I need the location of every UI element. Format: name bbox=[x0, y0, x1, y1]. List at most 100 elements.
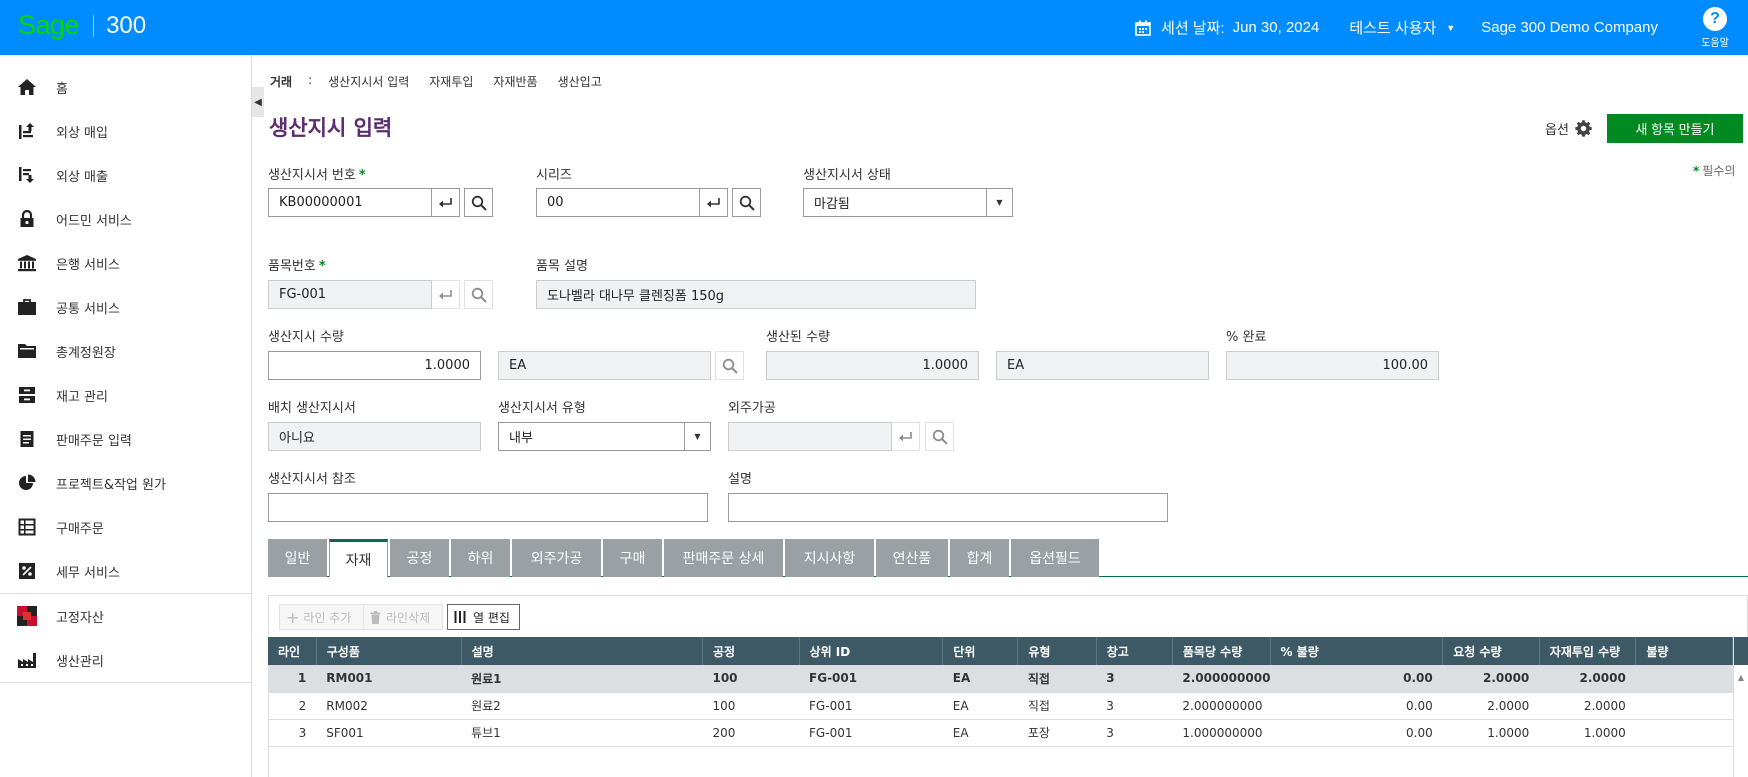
search-icon bbox=[739, 195, 755, 211]
options-button[interactable]: 옵션 bbox=[1545, 119, 1592, 138]
sage-logo[interactable]: Sage 300 bbox=[18, 10, 146, 41]
tab-materials[interactable]: 자재 bbox=[329, 539, 388, 578]
page-title: 생산지시 입력 bbox=[269, 116, 393, 140]
table-header-row: 라인 구성품 설명 공정 상위 ID 단위 유형 창고 품목당 수량 % 불량 … bbox=[268, 637, 1733, 665]
session-date[interactable]: 세션 날짜: Jun 30, 2024 bbox=[1135, 17, 1319, 38]
table-row[interactable]: 1 RM001 원료1 100 FG-001 EA 직접 3 2.0000000… bbox=[268, 665, 1733, 693]
sidebar-item-purchase-orders[interactable]: 구매주문 bbox=[0, 505, 251, 549]
column-header[interactable]: 단위 bbox=[942, 637, 1019, 665]
item-desc-field: 도나벨라 대나무 클렌징폼 150g bbox=[536, 280, 976, 309]
sidebar-item-receivables[interactable]: 외상 매출 bbox=[0, 153, 251, 197]
sidebar-item-label: 홈 bbox=[56, 81, 68, 97]
top-bar: Sage 300 세션 날짜: Jun 30, 2024 테스트 사용자 ▼ S… bbox=[0, 0, 1748, 55]
column-header[interactable]: 요청 수량 bbox=[1442, 637, 1540, 665]
order-qty-label: 생산지시 수량 bbox=[268, 330, 344, 345]
reference-field[interactable] bbox=[268, 493, 708, 522]
folder-icon bbox=[16, 340, 38, 362]
sidebar-item-order-entry[interactable]: 판매주문 입력 bbox=[0, 417, 251, 461]
tab-general[interactable]: 일반 bbox=[268, 539, 327, 577]
breadcrumb-link-order-entry[interactable]: 생산지시서 입력 bbox=[328, 73, 409, 90]
sidebar-item-admin-services[interactable]: 어드민 서비스 bbox=[0, 197, 251, 241]
sidebar-item-bank-services[interactable]: 은행 서비스 bbox=[0, 241, 251, 285]
edit-columns-button[interactable]: 열 편집 bbox=[447, 604, 520, 630]
table-row[interactable]: 3 SF001 튜브1 200 FG-001 EA 포장 3 1.0000000… bbox=[268, 719, 1733, 747]
item-no-label: 품목번호 * bbox=[268, 259, 326, 274]
status-select[interactable]: 마감됨 ▼ bbox=[803, 188, 1013, 217]
tab-coproducts[interactable]: 연산품 bbox=[876, 539, 948, 577]
series-go-button[interactable] bbox=[699, 188, 728, 217]
document-icon bbox=[16, 428, 38, 450]
series-field[interactable]: 00 bbox=[536, 188, 700, 217]
series-finder-button[interactable] bbox=[732, 188, 761, 217]
tab-optional-fields[interactable]: 옵션필드 bbox=[1011, 539, 1099, 577]
order-type-select[interactable]: 내부 ▼ bbox=[498, 422, 711, 451]
column-header[interactable]: 창고 bbox=[1096, 637, 1173, 665]
sidebar-item-project-costing[interactable]: 프로젝트&작업 원가 bbox=[0, 461, 251, 505]
sidebar-item-payables[interactable]: 외상 매입 bbox=[0, 109, 251, 153]
column-header[interactable]: 불량 bbox=[1635, 637, 1733, 665]
help-button[interactable]: ? 도움말 bbox=[1690, 6, 1740, 49]
sidebar-item-label: 구매주문 bbox=[56, 521, 104, 537]
description-field[interactable] bbox=[728, 493, 1168, 522]
tab-subcontract[interactable]: 외주가공 bbox=[512, 539, 601, 577]
sidebar-item-label: 세무 서비스 bbox=[56, 565, 120, 581]
sidebar-item-tax-services[interactable]: 세무 서비스 bbox=[0, 549, 251, 593]
user-menu[interactable]: 테스트 사용자 ▼ bbox=[1349, 17, 1455, 38]
sidebar-item-general-ledger[interactable]: 총계정원장 bbox=[0, 329, 251, 373]
sidebar-item-common-services[interactable]: 공통 서비스 bbox=[0, 285, 251, 329]
session-date-label: 세션 날짜: bbox=[1161, 20, 1225, 37]
new-item-button[interactable]: 새 항목 만들기 bbox=[1607, 114, 1743, 143]
breadcrumb-link-material-issue[interactable]: 자재투입 bbox=[429, 73, 473, 90]
column-header[interactable]: 설명 bbox=[461, 637, 703, 665]
subcontract-field bbox=[728, 422, 892, 451]
gear-icon bbox=[1575, 120, 1592, 137]
tab-subassemblies[interactable]: 하위 bbox=[451, 539, 510, 577]
tab-operations[interactable]: 공정 bbox=[390, 539, 449, 577]
session-date-value: Jun 30, 2024 bbox=[1232, 19, 1320, 36]
table-cell: EA bbox=[942, 665, 1018, 693]
help-icon: ? bbox=[1703, 6, 1727, 31]
scroll-up-icon[interactable]: ▲ bbox=[1734, 673, 1748, 682]
order-no-go-button[interactable] bbox=[431, 188, 460, 217]
search-icon bbox=[471, 287, 487, 303]
logo-separator bbox=[93, 14, 95, 37]
table-cell: SF001 bbox=[316, 719, 462, 747]
sidebar-item-label: 생산관리 bbox=[56, 654, 104, 670]
table-cell: 100 bbox=[702, 665, 800, 693]
company-name[interactable]: Sage 300 Demo Company bbox=[1481, 19, 1658, 36]
trash-icon bbox=[370, 610, 381, 624]
order-no-field[interactable]: KB00000001 bbox=[268, 188, 432, 217]
tab-sales-order-details[interactable]: 판매주문 상세 bbox=[664, 539, 783, 577]
column-header[interactable]: 유형 bbox=[1017, 637, 1097, 665]
table-cell: FG-001 bbox=[799, 692, 943, 720]
breadcrumb-link-production-receipt[interactable]: 생산입고 bbox=[558, 73, 602, 90]
tab-totals[interactable]: 합계 bbox=[950, 539, 1009, 577]
column-header[interactable]: 자재투입 수량 bbox=[1539, 637, 1637, 665]
column-header[interactable]: % 불량 bbox=[1270, 637, 1444, 665]
column-header[interactable]: 라인 bbox=[268, 637, 317, 665]
breadcrumb-link-material-return[interactable]: 자재반품 bbox=[493, 73, 537, 90]
sidebar-item-label: 프로젝트&작업 원가 bbox=[56, 477, 166, 493]
sidebar-item-fixed-assets[interactable]: 고정자산 bbox=[0, 594, 251, 638]
sidebar-item-label: 외상 매출 bbox=[56, 169, 108, 185]
tab-instructions[interactable]: 지시사항 bbox=[785, 539, 874, 577]
column-header[interactable]: 품목당 수량 bbox=[1172, 637, 1271, 665]
table-cell: 0.00 bbox=[1270, 719, 1443, 747]
column-header[interactable]: 공정 bbox=[702, 637, 800, 665]
sidebar-item-inventory[interactable]: 재고 관리 bbox=[0, 373, 251, 417]
breadcrumb-root: 거래 bbox=[270, 75, 293, 89]
order-qty-field[interactable]: 1.0000 bbox=[268, 351, 481, 380]
order-no-finder-button[interactable] bbox=[464, 188, 493, 217]
column-header[interactable]: 상위 ID bbox=[799, 637, 944, 665]
logo-product: 300 bbox=[106, 11, 147, 39]
table-cell: 2 bbox=[268, 692, 317, 720]
reference-label: 생산지시서 참조 bbox=[268, 472, 356, 487]
column-header[interactable]: 구성품 bbox=[316, 637, 462, 665]
tab-purchasing[interactable]: 구매 bbox=[603, 539, 662, 577]
sidebar-item-home[interactable]: 홈 bbox=[0, 65, 251, 109]
sidebar-item-manufacturing[interactable]: 생산관리 bbox=[0, 638, 251, 682]
vertical-scrollbar[interactable]: ▲ bbox=[1733, 637, 1748, 777]
table-cell: EA bbox=[942, 719, 1018, 747]
table-row[interactable]: 2 RM002 원료2 100 FG-001 EA 직접 3 2.0000000… bbox=[268, 692, 1733, 720]
factory-icon bbox=[16, 649, 38, 671]
